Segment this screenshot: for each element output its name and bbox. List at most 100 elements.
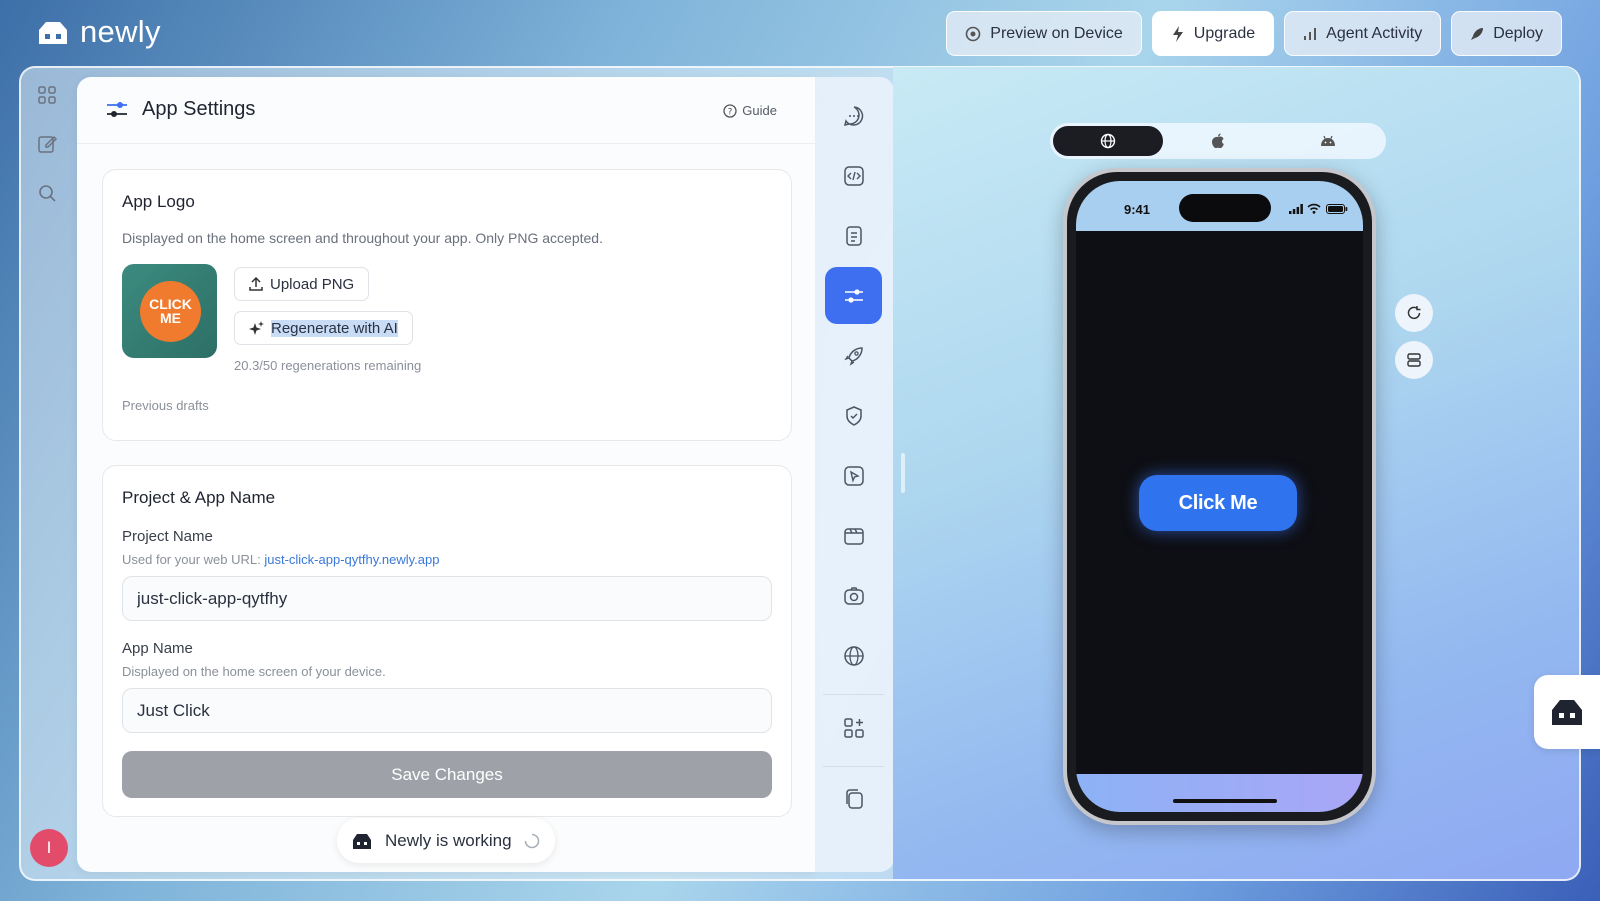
app-logo-image: CLICK ME [122,264,217,358]
tool-launch[interactable] [825,327,882,384]
logo-badge: CLICK ME [140,281,201,342]
sliders-icon [844,288,863,303]
preview-on-device-label: Preview on Device [990,24,1123,42]
storage-button[interactable] [1395,341,1433,379]
app-name-help: Displayed on the home screen of your dev… [122,664,386,679]
apps-add-icon [843,717,864,738]
tool-web[interactable] [825,627,882,684]
deploy-label: Deploy [1493,24,1543,42]
brand-name: newly [80,14,161,49]
sparkles-icon [249,320,264,335]
upload-png-button[interactable]: Upload PNG [234,267,370,301]
clapperboard-icon [843,527,864,545]
guide-label: Guide [742,103,777,118]
assistant-bubble[interactable] [1534,675,1600,749]
camera-icon [843,586,864,605]
project-name-help: Used for your web URL: just-click-app-qy… [122,552,439,567]
user-avatar[interactable]: I [30,829,68,867]
newly-bot-icon [1552,700,1582,725]
app-logo-card: App Logo Displayed on the home screen an… [102,169,792,441]
globe-icon [1100,133,1116,149]
left-rail [36,84,60,231]
app-name-input[interactable] [122,688,772,733]
help-circle-icon: ? [723,103,737,118]
tool-chat[interactable] [825,87,882,144]
newly-logo-icon [39,22,67,44]
lightning-icon [1172,25,1183,42]
phone-status-bar: 9:41 [1076,181,1363,231]
logo-text-line1: CLICK [149,296,192,312]
server-icon [1407,353,1421,367]
regenerate-with-ai-button[interactable]: Regenerate with AI [234,311,413,345]
app-name-label: App Name [122,640,193,657]
rocket-icon [843,346,863,366]
panel-title: App Settings [142,98,256,120]
tool-separator [823,694,884,695]
app-logo-description: Displayed on the home screen and through… [122,230,603,246]
battery-icon [1326,204,1348,214]
project-name-help-text: Used for your web URL: [122,552,265,567]
shield-check-icon [845,405,862,426]
document-icon [845,225,862,246]
wifi-icon [1307,203,1321,214]
cursor-box-icon [843,465,864,486]
upload-icon [249,277,263,291]
preview-on-device-button[interactable]: Preview on Device [946,11,1142,56]
svg-text:?: ? [728,107,733,117]
copy-icon [845,788,863,809]
newly-bot-icon [353,833,371,849]
platform-switcher [1050,123,1386,159]
brand[interactable]: newly [36,14,161,50]
edit-icon[interactable] [36,133,58,155]
project-name-input[interactable] [122,576,772,621]
panel-header: App Settings ? Guide [77,77,815,144]
apple-icon [1212,133,1224,149]
app-settings-panel: App Settings ? Guide App Logo Displayed … [77,77,815,872]
agent-activity-label: Agent Activity [1326,24,1423,42]
tool-code[interactable] [825,147,882,204]
agent-activity-button[interactable]: Agent Activity [1284,11,1442,56]
project-app-name-card: Project & App Name Project Name Used for… [102,465,792,817]
signal-icon [1289,204,1303,214]
project-app-name-title: Project & App Name [122,488,276,507]
tool-separator [823,766,884,767]
top-bar: newly Preview on Device Upgrade Agent Ac… [0,0,1600,66]
click-me-button[interactable]: Click Me [1139,475,1297,531]
platform-android-tab[interactable] [1273,126,1383,156]
bar-chart-icon [1304,27,1317,40]
globe-icon [843,645,864,666]
regenerations-remaining: 20.3/50 regenerations remaining [234,358,422,373]
resize-handle[interactable] [901,453,905,493]
project-url-link[interactable]: just-click-app-qytfhy.newly.app [264,552,439,567]
upgrade-button[interactable]: Upgrade [1151,11,1275,56]
refresh-preview-button[interactable] [1395,294,1433,332]
tool-copy[interactable] [825,770,882,827]
tool-screenshot[interactable] [825,567,882,624]
tool-security[interactable] [825,387,882,444]
dynamic-island [1179,194,1271,222]
agent-status-pill: Newly is working [337,818,555,863]
save-changes-button[interactable]: Save Changes [122,751,772,798]
working-label: Newly is working [385,830,512,850]
sliders-icon [107,102,127,117]
code-icon [843,165,864,186]
app-logo-title: App Logo [122,192,195,211]
search-icon[interactable] [36,182,58,204]
tool-settings[interactable] [825,267,882,324]
platform-ios-tab[interactable] [1163,126,1273,156]
home-indicator [1173,799,1277,803]
spinner-icon [524,833,539,848]
deploy-button[interactable]: Deploy [1451,11,1562,56]
tool-document[interactable] [825,207,882,264]
rocket-icon [1471,27,1484,40]
broadcast-icon [965,26,981,41]
platform-web-tab[interactable] [1053,126,1163,156]
tool-select[interactable] [825,447,882,504]
chat-bubble-icon [843,105,863,126]
grid-icon[interactable] [36,84,58,106]
tool-media[interactable] [825,507,882,564]
previous-drafts-label[interactable]: Previous drafts [122,398,209,413]
tool-add-widget[interactable] [825,699,882,756]
guide-link[interactable]: ? Guide [723,103,777,118]
tool-column [815,77,894,872]
